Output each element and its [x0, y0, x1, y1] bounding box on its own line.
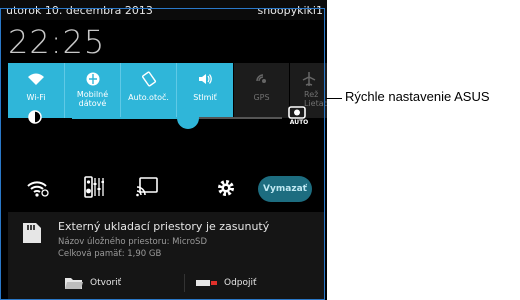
gps-icon — [234, 71, 289, 87]
eject-card-icon — [196, 278, 218, 288]
wifi-icon — [8, 71, 64, 87]
tile-label: Mobilné dátové — [76, 90, 109, 108]
settings-button[interactable] — [217, 179, 235, 197]
clock: 22:25 — [8, 23, 106, 61]
callout-label: Rýchle nastavenie ASUS — [345, 89, 490, 104]
tile-label: Stlmiť — [193, 93, 217, 102]
wifi-settings-icon — [27, 181, 49, 197]
status-user: snoopykiki1 — [257, 4, 323, 17]
auto-label: AUTO — [289, 119, 309, 126]
volume-icon — [177, 71, 233, 87]
disconnect-button[interactable]: Odpojiť — [196, 272, 257, 294]
clear-all-button[interactable]: Vymazať — [258, 176, 312, 202]
folder-icon — [64, 276, 84, 290]
brightness-fill — [72, 117, 188, 119]
gear-icon — [218, 180, 234, 196]
tile-label: GPS — [253, 93, 270, 102]
open-button[interactable]: Otvoriť — [64, 272, 121, 294]
airplane-mode-icon — [290, 71, 327, 87]
wifi-settings-button[interactable] — [26, 178, 50, 198]
auto-brightness-icon — [288, 106, 306, 119]
storage-capacity: Celková pamäť: 1,90 GB — [58, 249, 162, 259]
storage-name: Názov úložného priestoru: MicroSD — [58, 237, 207, 247]
tile-mobile-data[interactable]: Mobilné dátové — [65, 63, 120, 118]
callout-line — [326, 98, 342, 99]
status-bar: utorok 10. decembra 2013 snoopykiki1 — [0, 0, 327, 20]
notification-card[interactable]: Externý ukladací priestory je zasunutý N… — [8, 212, 324, 300]
tile-label: Wi-Fi — [26, 93, 46, 102]
open-label: Otvoriť — [90, 278, 122, 288]
action-divider — [184, 274, 185, 292]
brightness-icon — [26, 108, 44, 126]
audio-settings-button[interactable] — [84, 176, 104, 198]
tile-gps[interactable]: GPS — [234, 63, 289, 118]
notification-panel: utorok 10. decembra 2013 snoopykiki1 22:… — [0, 0, 327, 300]
tile-label: Auto.otoč. — [128, 93, 169, 102]
mobile-data-icon — [65, 71, 120, 87]
auto-brightness-button[interactable]: AUTO — [288, 106, 310, 126]
notification-title: Externý ukladací priestory je zasunutý — [58, 220, 270, 233]
auto-rotate-icon — [121, 71, 176, 87]
disconnect-label: Odpojiť — [224, 278, 257, 288]
tile-auto-rotate[interactable]: Auto.otoč. — [121, 63, 176, 118]
sd-card-icon — [22, 222, 42, 244]
cast-icon — [136, 177, 158, 197]
equalizer-icon — [84, 176, 104, 198]
cast-screen-button[interactable] — [136, 177, 158, 197]
status-date: utorok 10. decembra 2013 — [6, 4, 153, 17]
brightness-slider-thumb[interactable] — [176, 107, 199, 129]
